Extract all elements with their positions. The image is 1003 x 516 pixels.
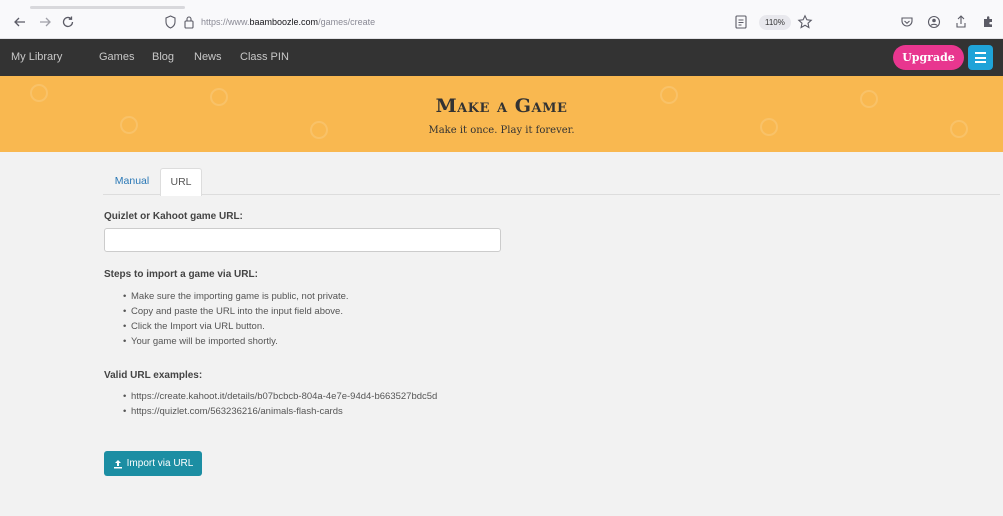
upgrade-button[interactable]: Upgrade (893, 45, 964, 70)
url-path: /games/create (318, 17, 376, 27)
examples-heading: Valid URL examples: (104, 370, 203, 381)
lock-icon[interactable] (183, 15, 195, 29)
nav-my-library[interactable]: My Library (11, 39, 62, 76)
zoom-level-badge[interactable]: 110% (759, 15, 791, 30)
upload-icon (113, 459, 122, 468)
tab-manual[interactable]: Manual (104, 168, 160, 195)
reload-icon[interactable] (60, 14, 76, 30)
forward-arrow-icon[interactable] (37, 14, 53, 30)
menu-icon-bar (975, 56, 986, 59)
nav-blog[interactable]: Blog (152, 39, 174, 76)
nav-games[interactable]: Games (99, 39, 134, 76)
browser-toolbar: https://www.baamboozle.com/games/create … (0, 0, 1003, 39)
list-item: https://create.kahoot.it/details/b07bcbc… (123, 389, 437, 404)
url-domain: baamboozle.com (249, 17, 319, 27)
nav-news[interactable]: News (194, 39, 222, 76)
pocket-icon[interactable] (900, 14, 914, 30)
browser-tab-strip[interactable] (30, 6, 185, 9)
nav-class-pin[interactable]: Class PIN (240, 39, 289, 76)
import-button-label: Import via URL (126, 458, 194, 469)
back-arrow-icon[interactable] (12, 14, 28, 30)
menu-icon-bar (975, 52, 986, 54)
list-item: Your game will be imported shortly. (123, 334, 349, 349)
game-url-input[interactable] (104, 228, 501, 252)
share-icon[interactable] (954, 14, 968, 30)
main-content: Manual URL Quizlet or Kahoot game URL: S… (0, 152, 1003, 516)
examples-list: https://create.kahoot.it/details/b07bcbc… (123, 389, 437, 419)
url-prefix: https://www. (201, 17, 250, 27)
shield-icon[interactable] (164, 15, 177, 29)
browser-extension-icons (900, 14, 1003, 30)
url-security-icons (164, 14, 195, 30)
page-title: Make a Game (435, 95, 568, 117)
page-subtitle: Make it once. Play it forever. (428, 125, 575, 136)
list-item: Copy and paste the URL into the input fi… (123, 304, 349, 319)
address-bar[interactable]: https://www.baamboozle.com/games/create (201, 14, 375, 30)
list-item: Make sure the importing game is public, … (123, 289, 349, 304)
list-item: https://quizlet.com/563236216/animals-fl… (123, 404, 437, 419)
extension-icon[interactable] (981, 14, 995, 30)
tabs-divider (103, 194, 1000, 195)
menu-icon-bar (975, 61, 986, 63)
import-via-url-button[interactable]: Import via URL (104, 451, 202, 476)
tab-url[interactable]: URL (160, 168, 202, 196)
star-icon[interactable] (797, 14, 813, 35)
page-banner: Make a Game Make it once. Play it foreve… (0, 76, 1003, 152)
steps-list: Make sure the importing game is public, … (123, 289, 349, 349)
site-navbar: My Library Games Blog News Class PIN (0, 39, 1003, 76)
reader-view-icon[interactable] (734, 14, 748, 35)
account-icon[interactable] (927, 14, 941, 30)
hamburger-menu-button[interactable] (968, 45, 993, 70)
list-item: Click the Import via URL button. (123, 319, 349, 334)
steps-heading: Steps to import a game via URL: (104, 269, 258, 280)
url-field-label: Quizlet or Kahoot game URL: (104, 211, 243, 222)
